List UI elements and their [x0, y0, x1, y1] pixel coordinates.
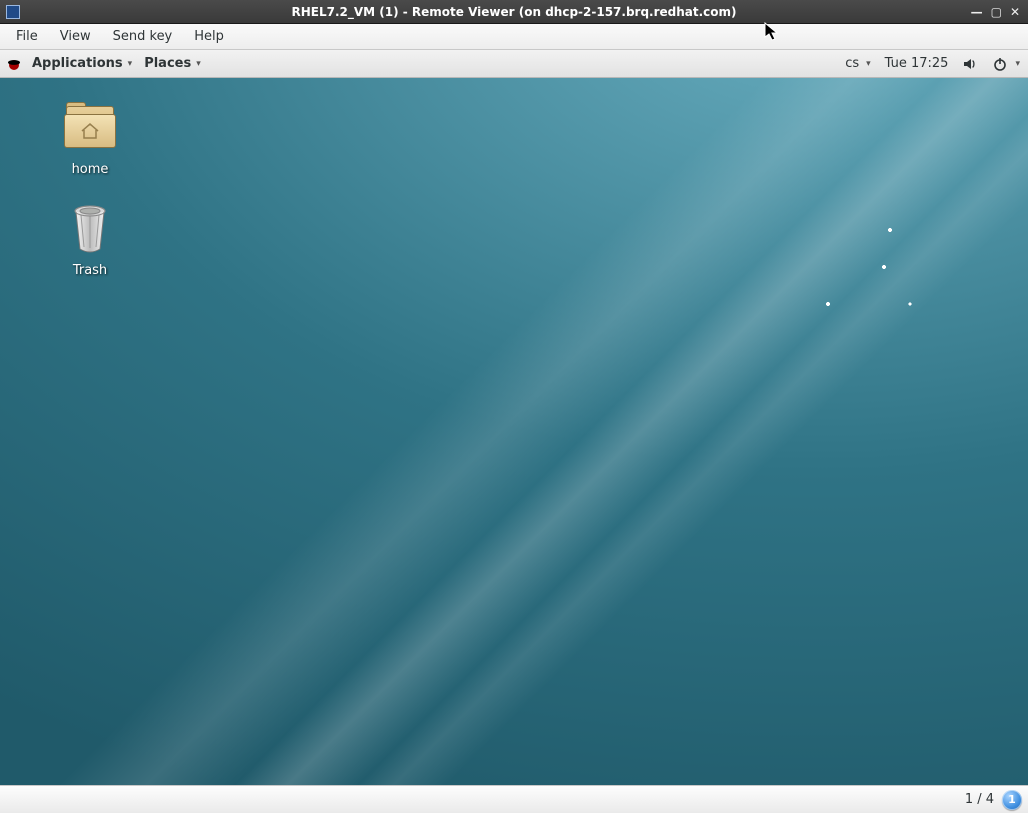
- window-controls: — ▢ ✕: [971, 6, 1028, 18]
- desktop-icon-home[interactable]: home: [40, 102, 140, 177]
- viewer-menubar: File View Send key Help: [0, 24, 1028, 50]
- maximize-button[interactable]: ▢: [991, 6, 1002, 18]
- applications-menu[interactable]: Applications ▾: [26, 56, 138, 71]
- chevron-down-icon: ▾: [1015, 59, 1020, 69]
- clock[interactable]: Tue 17:25: [885, 56, 949, 71]
- window-title: RHEL7.2_VM (1) - Remote Viewer (on dhcp-…: [291, 5, 736, 19]
- titlebar[interactable]: RHEL7.2_VM (1) - Remote Viewer (on dhcp-…: [0, 0, 1028, 24]
- clock-label: Tue 17:25: [885, 56, 949, 71]
- workspace-indicator-text: 1 / 4: [965, 792, 994, 807]
- menu-view[interactable]: View: [50, 26, 101, 47]
- desktop-icon-label: Trash: [40, 263, 140, 278]
- desktop-icon-label: home: [40, 162, 140, 177]
- menu-help[interactable]: Help: [184, 26, 234, 47]
- desktop-icon-area[interactable]: home Trash: [0, 78, 1028, 785]
- menu-send-key[interactable]: Send key: [103, 26, 183, 47]
- places-label: Places: [144, 56, 191, 71]
- volume-icon: [962, 56, 978, 72]
- input-source-indicator[interactable]: cs ▾: [845, 56, 870, 71]
- power-icon: [992, 56, 1008, 72]
- system-tray: cs ▾ Tue 17:25 ▾: [845, 56, 1022, 72]
- home-folder-icon: [58, 102, 122, 158]
- app-badge-icon: [6, 5, 20, 19]
- places-menu[interactable]: Places ▾: [138, 56, 207, 71]
- minimize-button[interactable]: —: [971, 6, 983, 18]
- menu-file[interactable]: File: [6, 26, 48, 47]
- chevron-down-icon: ▾: [128, 59, 133, 69]
- applications-label: Applications: [32, 56, 123, 71]
- chevron-down-icon: ▾: [196, 59, 201, 69]
- desktop-icon-trash[interactable]: Trash: [40, 203, 140, 278]
- trash-icon: [58, 203, 122, 259]
- guest-desktop[interactable]: Applications ▾ Places ▾ cs ▾ Tue 17:25: [0, 50, 1028, 785]
- power-menu[interactable]: ▾: [992, 56, 1020, 72]
- input-source-label: cs: [845, 56, 859, 71]
- gnome-top-panel: Applications ▾ Places ▾ cs ▾ Tue 17:25: [0, 50, 1028, 78]
- close-button[interactable]: ✕: [1010, 6, 1020, 18]
- viewer-statusbar: 1 / 4 1: [0, 785, 1028, 813]
- redhat-logo-icon: [6, 56, 22, 72]
- chevron-down-icon: ▾: [866, 59, 871, 69]
- workspace-badge[interactable]: 1: [1002, 790, 1022, 810]
- volume-indicator[interactable]: [962, 56, 978, 72]
